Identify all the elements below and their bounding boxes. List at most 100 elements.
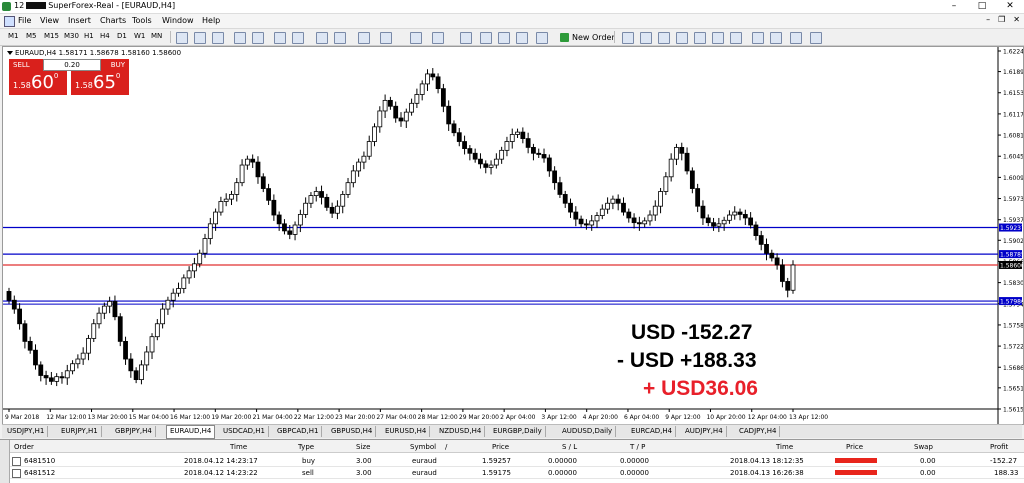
symbol-tab[interactable]: EURAUD,H4 <box>166 425 216 439</box>
tile-windows-icon[interactable] <box>274 32 286 44</box>
col-symbol[interactable]: Symbol <box>410 443 436 451</box>
timeframe-m5[interactable]: M5 <box>26 32 37 40</box>
chart-shift-icon[interactable] <box>316 32 328 44</box>
symbol-tab[interactable]: EURUSD,H4 <box>382 426 431 437</box>
window-title: 12 SuperForex-Real - [EURAUD,H4] <box>14 1 175 10</box>
trendline-icon[interactable] <box>694 32 706 44</box>
timeframe-w1[interactable]: W1 <box>134 32 145 40</box>
candle <box>133 370 139 381</box>
toolbar-options-icon[interactable] <box>810 32 822 44</box>
new-order-button[interactable]: New Order <box>560 31 615 43</box>
crosshair-icon[interactable] <box>640 32 652 44</box>
timeframe-m15[interactable]: M15 <box>44 32 59 40</box>
periods-icon[interactable] <box>358 32 370 44</box>
col-sl[interactable]: S / L <box>562 443 577 451</box>
menu-file[interactable]: File <box>18 16 31 25</box>
fibonacci-icon[interactable] <box>730 32 742 44</box>
menu-charts[interactable]: Charts <box>100 16 126 25</box>
col-profit[interactable]: Profit <box>990 443 1008 451</box>
text-icon[interactable] <box>752 32 764 44</box>
zoom-in-icon[interactable] <box>234 32 246 44</box>
symbol-tab[interactable]: GBPUSD,H4 <box>328 426 377 437</box>
mdi-restore-button[interactable]: ❐ <box>998 15 1005 24</box>
symbol-tab[interactable]: USDJPY,H1 <box>4 426 49 437</box>
candle <box>605 202 610 210</box>
minimize-button[interactable]: – <box>940 0 968 13</box>
arrows-icon[interactable] <box>790 32 802 44</box>
zoom-out-icon[interactable] <box>252 32 264 44</box>
timeframe-m30[interactable]: M30 <box>64 32 79 40</box>
symbol-tab[interactable]: EURJPY,H1 <box>58 426 102 437</box>
candle <box>313 191 319 197</box>
menu-insert[interactable]: Insert <box>68 16 91 25</box>
horizontal-line-icon[interactable] <box>676 32 688 44</box>
col-swap[interactable]: Swap <box>914 443 933 451</box>
col-type[interactable]: Type <box>298 443 314 451</box>
indicators-icon[interactable] <box>334 32 346 44</box>
col-tp[interactable]: T / P <box>630 443 645 451</box>
timeframe-d1[interactable]: D1 <box>117 32 127 40</box>
navigator-icon[interactable] <box>480 32 492 44</box>
timeframe-m1[interactable]: M1 <box>8 32 19 40</box>
terminal-side-tab[interactable] <box>0 440 10 483</box>
meta-editor-icon[interactable] <box>536 32 548 44</box>
menu-window[interactable]: Window <box>162 16 194 25</box>
pnl-loss-text: USD -152.27 <box>631 321 753 344</box>
strategy-tester-icon[interactable] <box>516 32 528 44</box>
chart-window[interactable]: 1.62240 1.61890 1.61530 1.61170 1.60810 1.604… <box>2 46 1024 425</box>
timeframe-mn[interactable]: MN <box>151 32 162 40</box>
timeframe-h1[interactable]: H1 <box>84 32 94 40</box>
order-type: buy <box>302 457 316 465</box>
close-button[interactable]: ✕ <box>996 0 1024 13</box>
col-size[interactable]: Size <box>356 443 370 451</box>
table-row[interactable]: 6481512 2018.04.12 14:23:22 sell 3.00 eu… <box>10 467 1024 479</box>
templates-icon[interactable] <box>380 32 392 44</box>
cursor-icon[interactable] <box>622 32 634 44</box>
col-close-price[interactable]: Price <box>846 443 863 451</box>
bar-chart-icon[interactable] <box>176 32 188 44</box>
price-level-label: 1.58785 <box>1000 252 1023 259</box>
maximize-button[interactable]: □ <box>968 0 996 13</box>
candle <box>689 170 695 189</box>
symbol-tab[interactable]: EURGBP,Daily <box>490 426 546 437</box>
label-icon[interactable] <box>770 32 782 44</box>
col-sort[interactable]: / <box>445 443 447 451</box>
volume-input[interactable]: 0.20 <box>43 59 101 71</box>
price-chart[interactable]: 1.62240 1.61890 1.61530 1.61170 1.60810 1.604… <box>3 47 1023 424</box>
new-chart-icon[interactable] <box>410 32 422 44</box>
vertical-line-icon[interactable] <box>658 32 670 44</box>
symbol-tab[interactable]: GBPJPY,H4 <box>112 426 156 437</box>
candle <box>22 323 28 342</box>
col-price[interactable]: Price <box>492 443 509 451</box>
mdi-minimize-button[interactable]: – <box>986 15 990 24</box>
market-watch-icon[interactable] <box>460 32 472 44</box>
symbol-tab[interactable]: AUDJPY,H4 <box>682 426 727 437</box>
profiles-icon[interactable] <box>432 32 444 44</box>
symbol-tab[interactable]: NZDUSD,H4 <box>436 426 486 437</box>
col-close-time[interactable]: Time <box>776 443 793 451</box>
timeframe-h4[interactable]: H4 <box>100 32 110 40</box>
channel-icon[interactable] <box>712 32 724 44</box>
candle <box>546 157 552 172</box>
x-tick-label: 28 Mar 12:00 <box>418 414 458 421</box>
col-time[interactable]: Time <box>230 443 247 451</box>
menu-view[interactable]: View <box>40 16 59 25</box>
candlestick-icon[interactable] <box>194 32 206 44</box>
line-chart-icon[interactable] <box>212 32 224 44</box>
symbol-tab[interactable]: CADJPY,H4 <box>736 426 781 437</box>
menu-help[interactable]: Help <box>202 16 220 25</box>
candle <box>541 154 547 159</box>
symbol-tab[interactable]: AUDUSD,Daily <box>559 426 617 437</box>
symbol-tab[interactable]: USDCAD,H1 <box>220 426 269 437</box>
symbol-tab[interactable]: GBPCAD,H1 <box>274 426 323 437</box>
candle <box>218 201 224 213</box>
terminal-icon[interactable] <box>498 32 510 44</box>
table-row[interactable]: 6481510 2018.04.12 14:23:17 buy 3.00 eur… <box>10 455 1024 467</box>
symbol-tab[interactable]: EURCAD,H4 <box>628 426 677 437</box>
col-order[interactable]: Order <box>14 443 34 451</box>
candle <box>626 211 632 219</box>
candle <box>181 277 187 289</box>
autoscroll-icon[interactable] <box>292 32 304 44</box>
menu-tools[interactable]: Tools <box>132 16 152 25</box>
mdi-close-button[interactable]: ✕ <box>1013 15 1020 24</box>
